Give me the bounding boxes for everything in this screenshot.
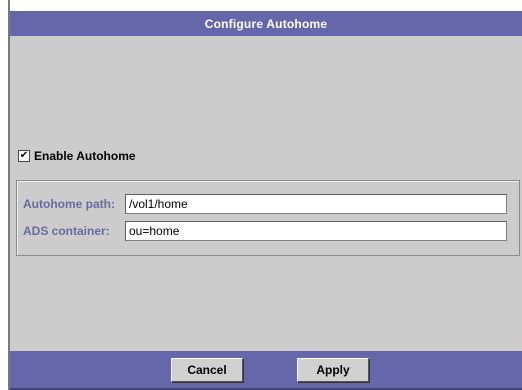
window-top-strip	[10, 0, 522, 11]
ads-container-row: ADS container:	[23, 220, 507, 242]
window-left-edge	[0, 0, 8, 390]
checkmark-icon: ✔	[19, 150, 29, 161]
dialog-title: Configure Autohome	[204, 16, 328, 31]
enable-autohome-label: Enable Autohome	[34, 149, 136, 163]
ads-container-label: ADS container:	[23, 224, 110, 238]
dialog-button-bar: Cancel Apply	[10, 351, 522, 390]
dialog-title-bar: Configure Autohome	[10, 11, 522, 36]
autohome-path-row: Autohome path:	[23, 193, 507, 215]
apply-button[interactable]: Apply	[297, 358, 369, 382]
enable-autohome-checkbox-row[interactable]: ✔ Enable Autohome	[18, 149, 136, 163]
autohome-path-label: Autohome path:	[23, 197, 115, 211]
autohome-path-input[interactable]	[125, 194, 507, 214]
configure-autohome-dialog: Configure Autohome ✔ Enable Autohome Aut…	[0, 0, 522, 390]
enable-autohome-checkbox[interactable]: ✔	[18, 150, 30, 162]
ads-container-input[interactable]	[125, 221, 507, 241]
cancel-button[interactable]: Cancel	[171, 358, 243, 382]
autohome-settings-group: Autohome path: ADS container:	[16, 180, 520, 256]
